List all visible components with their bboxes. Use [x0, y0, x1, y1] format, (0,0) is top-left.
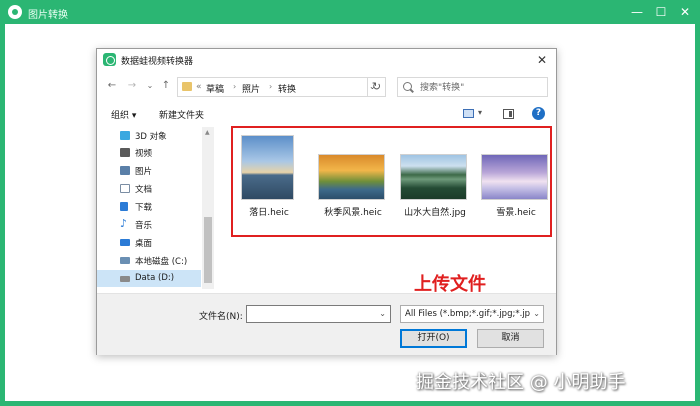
filename-input[interactable]: ⌄	[246, 305, 391, 323]
chevron-down-icon[interactable]: ⌄	[533, 309, 540, 318]
nav-item-downloads[interactable]: 下载	[97, 198, 201, 215]
cancel-button[interactable]: 取消	[477, 329, 544, 348]
music-icon: ♪	[120, 217, 128, 230]
forward-button[interactable]: →	[125, 79, 139, 93]
file-type-select[interactable]: All Files (*.bmp;*.gif;*.jpg;*.jp ⌄	[400, 305, 544, 323]
upload-annotation: 上传文件	[414, 274, 486, 295]
search-icon	[403, 82, 412, 91]
breadcrumb-item[interactable]: 草稿	[206, 82, 224, 95]
nav-item-label: 音乐	[135, 221, 153, 231]
folder-icon	[182, 82, 192, 91]
drive-icon	[120, 257, 130, 264]
nav-item-label: Data (D:)	[135, 273, 175, 283]
nav-item-label: 视频	[135, 149, 153, 159]
nav-item-data-d[interactable]: Data (D:)	[97, 270, 201, 287]
download-icon	[120, 202, 128, 211]
breadcrumb-separator[interactable]: ›	[233, 82, 236, 91]
search-box[interactable]	[397, 77, 548, 97]
nav-item-pictures[interactable]: 图片	[97, 162, 201, 179]
breadcrumb-item[interactable]: 照片	[242, 82, 260, 95]
nav-item-videos[interactable]: 视频	[97, 144, 201, 161]
help-icon[interactable]: ?	[532, 107, 545, 120]
new-folder-button[interactable]: 新建文件夹	[159, 108, 204, 121]
scrollbar-thumb[interactable]	[204, 217, 212, 283]
back-button[interactable]: ←	[105, 79, 119, 93]
document-icon	[120, 184, 130, 193]
video-icon	[120, 148, 130, 157]
app-titlebar: 图片转换 — ☐ ✕	[0, 0, 700, 24]
chevron-down-icon[interactable]: ⌄	[379, 309, 386, 318]
breadcrumb-item[interactable]: 转换	[278, 82, 296, 95]
recent-locations-button[interactable]: ⌄	[143, 79, 157, 93]
app-logo-icon	[8, 5, 22, 19]
dialog-footer: 文件名(N): ⌄ All Files (*.bmp;*.gif;*.jpg;*…	[97, 293, 556, 355]
navigation-bar: ← → ⌄ ↑ « 草稿 › 照片 › 转换 ⌄ ↻	[97, 73, 556, 101]
nav-item-label: 桌面	[135, 239, 153, 249]
minimize-button[interactable]: —	[628, 3, 646, 21]
view-dropdown-button[interactable]: ▾	[478, 108, 482, 117]
nav-item-label: 3D 对象	[135, 132, 167, 142]
cube-icon	[120, 131, 130, 140]
picture-icon	[120, 166, 130, 175]
app-close-button[interactable]: ✕	[676, 3, 694, 21]
command-bar: 组织 ▾ 新建文件夹 ▾ ?	[97, 103, 556, 125]
highlight-box	[231, 126, 552, 237]
navigation-pane: 3D 对象 视频 图片 文档 下载 ♪ 音乐 桌面 本地磁盘 (C:) Data…	[97, 127, 214, 289]
nav-item-label: 文档	[135, 185, 153, 195]
breadcrumb-separator[interactable]: ›	[269, 82, 272, 91]
scroll-up-icon[interactable]: ▲	[205, 129, 210, 136]
refresh-button[interactable]: ↻	[367, 78, 385, 96]
filename-label: 文件名(N):	[199, 312, 243, 322]
desktop-icon	[120, 239, 130, 246]
watermark: 掘金技术社区 @ 小明助手	[416, 372, 626, 393]
nav-item-desktop[interactable]: 桌面	[97, 234, 201, 251]
file-type-value: All Files (*.bmp;*.gif;*.jpg;*.jp	[405, 309, 531, 319]
nav-item-music[interactable]: ♪ 音乐	[97, 216, 201, 233]
up-button[interactable]: ↑	[159, 79, 173, 93]
app-logo-icon	[103, 53, 116, 66]
view-icon[interactable]	[463, 109, 474, 118]
nav-item-local-disk-c[interactable]: 本地磁盘 (C:)	[97, 252, 201, 269]
dialog-title: 数据蛙视频转换器	[121, 57, 194, 67]
drive-icon	[120, 276, 130, 282]
nav-item-label: 本地磁盘 (C:)	[135, 257, 188, 267]
dialog-close-button[interactable]: ✕	[533, 51, 551, 69]
nav-item-label: 下载	[135, 203, 153, 213]
breadcrumb-overflow[interactable]: «	[196, 82, 202, 92]
nav-item-3d-objects[interactable]: 3D 对象	[97, 127, 201, 144]
open-button[interactable]: 打开(O)	[400, 329, 467, 348]
nav-pane-scrollbar[interactable]: ▲	[202, 127, 214, 289]
address-bar[interactable]: « 草稿 › 照片 › 转换 ⌄	[177, 77, 386, 97]
nav-item-documents[interactable]: 文档	[97, 180, 201, 197]
nav-item-label: 图片	[135, 167, 153, 177]
app-title: 图片转换	[28, 10, 68, 21]
maximize-button[interactable]: ☐	[652, 3, 670, 21]
organize-menu[interactable]: 组织 ▾	[111, 108, 136, 121]
dialog-titlebar: 数据蛙视频转换器 ✕	[97, 49, 556, 71]
preview-pane-icon[interactable]	[503, 109, 514, 119]
search-input[interactable]	[420, 81, 544, 94]
